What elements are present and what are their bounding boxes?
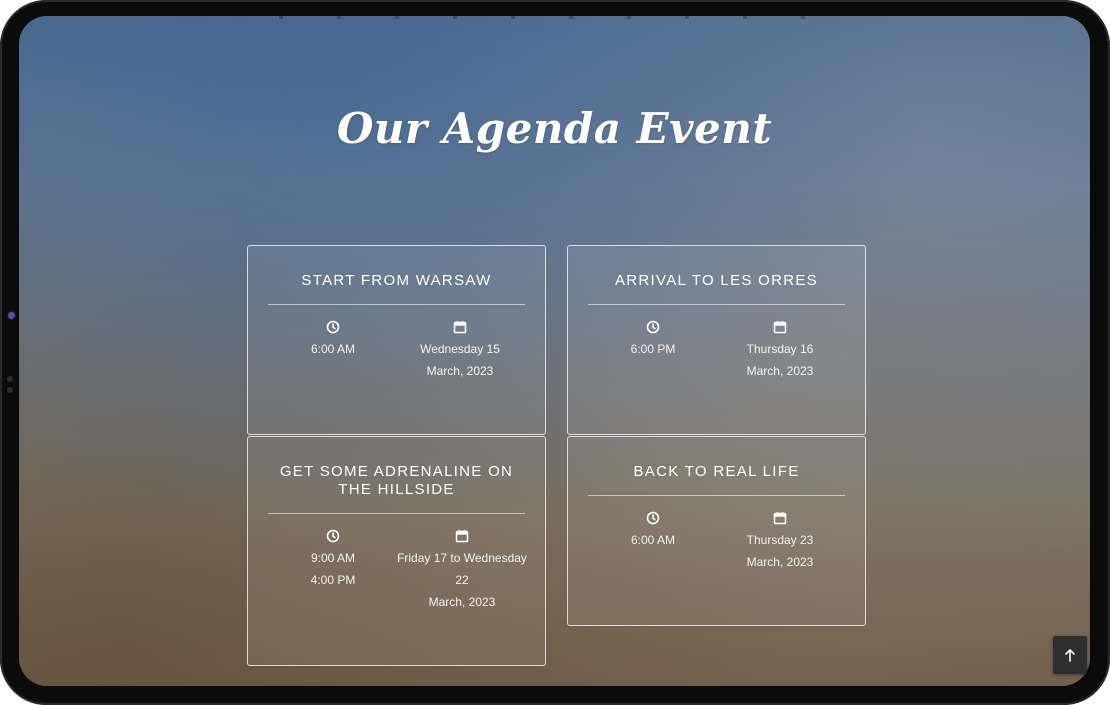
event-card-back-to-real-life: Back to real life 6:00 AM Thursday 23 Ma… — [567, 436, 866, 626]
tablet-frame: Our Agenda Event Start from Warsaw 6:00 … — [0, 0, 1110, 705]
clock-icon — [646, 511, 660, 525]
event-time-block: 6:00 PM — [608, 320, 698, 360]
event-date-line: Friday 17 to Wednesday — [397, 551, 527, 565]
event-date-block: Wednesday 15 March, 2023 — [398, 320, 522, 382]
event-card-start-from-warsaw: Start from Warsaw 6:00 AM Wednesday 15 M… — [247, 245, 546, 435]
event-date-block: Thursday 23 March, 2023 — [718, 511, 842, 573]
event-divider — [268, 513, 525, 514]
calendar-icon — [453, 321, 467, 334]
event-time-block: 9:00 AM 4:00 PM — [288, 529, 378, 591]
side-button — [7, 387, 13, 393]
arrow-up-icon — [1065, 649, 1075, 662]
event-title: Back to real life — [633, 463, 800, 480]
calendar-icon — [773, 321, 787, 334]
event-divider — [588, 495, 845, 496]
event-time: 6:00 AM — [310, 342, 356, 356]
event-date-line: March, 2023 — [428, 595, 496, 609]
event-date-line: 22 — [455, 573, 469, 587]
event-title: Start from Warsaw — [301, 272, 492, 289]
event-date-line: Thursday 23 — [746, 533, 814, 547]
screen: Our Agenda Event Start from Warsaw 6:00 … — [19, 16, 1090, 686]
event-date-block: Thursday 16 March, 2023 — [718, 320, 842, 382]
clock-icon — [326, 529, 340, 543]
clock-icon — [646, 320, 660, 334]
event-time: 9:00 AM — [310, 551, 356, 565]
event-time: 4:00 PM — [310, 573, 356, 587]
event-divider — [268, 304, 525, 305]
event-title: Get some adrenaline on the hillside — [279, 463, 514, 498]
clock-icon — [326, 320, 340, 334]
event-date-line: March, 2023 — [426, 364, 494, 378]
event-date-line: Thursday 16 — [746, 342, 814, 356]
event-date-line: Wednesday 15 — [420, 342, 500, 356]
event-divider — [588, 304, 845, 305]
camera — [8, 312, 15, 319]
event-card-adrenaline-hillside: Get some adrenaline on the hillside 9:00… — [247, 436, 546, 666]
event-title: Arrival to Les Orres — [614, 272, 818, 289]
event-date-line: March, 2023 — [746, 364, 814, 378]
side-button — [7, 376, 13, 382]
page-title: Our Agenda Event — [336, 104, 773, 153]
event-card-arrival-to-les-orres: Arrival to Les Orres 6:00 PM Thursday 16… — [567, 245, 866, 435]
event-time-block: 6:00 AM — [288, 320, 378, 360]
event-date-block: Friday 17 to Wednesday 22 March, 2023 — [396, 529, 528, 613]
event-time: 6:00 PM — [630, 342, 676, 356]
calendar-icon — [773, 512, 787, 525]
back-to-top-button[interactable] — [1053, 636, 1087, 674]
top-edge-dots — [279, 16, 839, 19]
event-time-block: 6:00 AM — [608, 511, 698, 551]
event-date-line: March, 2023 — [746, 555, 814, 569]
event-time: 6:00 AM — [630, 533, 676, 547]
calendar-icon — [455, 530, 469, 543]
